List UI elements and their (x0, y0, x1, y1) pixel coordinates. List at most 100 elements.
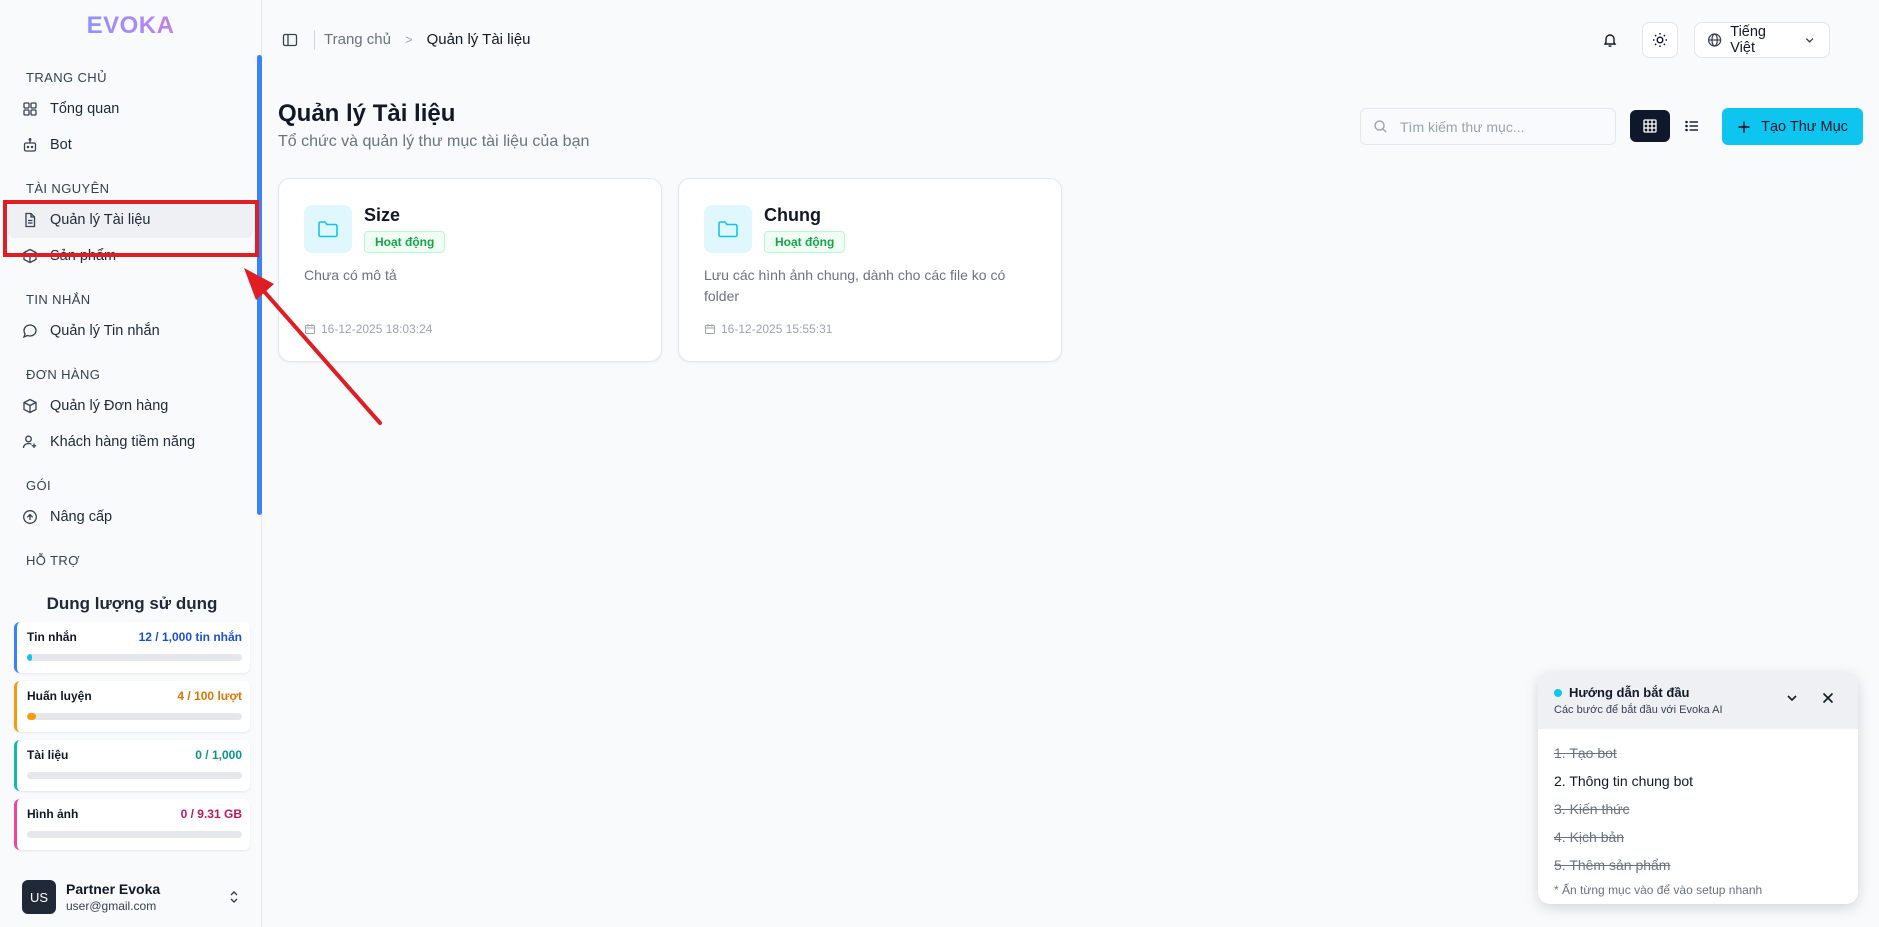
usage-label: Tin nhắn (27, 630, 77, 644)
sidebar-nav: TRANG CHỦ Tổng quan Bot TÀI NGUYÊN Quản … (8, 62, 253, 592)
usage-label: Tài liệu (27, 748, 69, 762)
usage-progress-bar (27, 654, 242, 661)
guide-subtitle: Các bước để bắt đầu với Evoka AI (1554, 704, 1723, 716)
theme-toggle-button[interactable] (1642, 22, 1678, 58)
guide-steps: 1. Tạo bot 2. Thông tin chung bot 3. Kiế… (1538, 729, 1858, 879)
usage-progress-bar (27, 713, 242, 720)
section-ho-tro: HỖ TRỢ (26, 553, 80, 568)
guide-step[interactable]: 4. Kịch bản (1554, 823, 1842, 851)
guide-step[interactable]: 5. Thêm sản phẩm (1554, 851, 1842, 879)
search-icon (1374, 120, 1387, 133)
sidebar-item-nang-cap[interactable]: Nâng cấp (8, 499, 253, 535)
sun-icon (1653, 33, 1667, 47)
user-plus-icon (22, 434, 38, 450)
sidebar: EVOKA TRANG CHỦ Tổng quan Bot TÀI NGUYÊN… (0, 0, 262, 927)
usage-value: 4 / 100 lượt (177, 689, 242, 703)
user-menu[interactable]: US Partner Evoka user@gmail.com (8, 872, 256, 922)
dashboard-icon (22, 101, 38, 117)
folder-description: Lưu các hình ảnh chung, dành cho các fil… (704, 267, 1006, 304)
language-select[interactable]: Tiếng Việt (1694, 22, 1830, 58)
language-label: Tiếng Việt (1730, 24, 1766, 56)
search-input[interactable] (1400, 118, 1600, 135)
usage-card-messages: Tin nhắn 12 / 1,000 tin nhắn (14, 622, 250, 673)
user-name: Partner Evoka (66, 881, 161, 897)
usage-progress-fill (27, 654, 33, 661)
breadcrumb-current: Quản lý Tài liệu (426, 31, 531, 48)
sidebar-item-label: Quản lý Tin nhắn (50, 323, 160, 339)
create-folder-button[interactable]: Tạo Thư Mục (1722, 108, 1863, 145)
folder-card[interactable]: Chung Hoạt động Lưu các hình ảnh chung, … (678, 178, 1062, 362)
sidebar-item-label: Quản lý Đơn hàng (50, 398, 169, 414)
usage-value: 0 / 1,000 (195, 748, 242, 762)
sidebar-item-khach-hang-tiem-nang[interactable]: Khách hàng tiềm năng (8, 424, 253, 460)
bell-icon (1603, 34, 1617, 47)
sidebar-item-bot[interactable]: Bot (8, 127, 253, 163)
guide-title: Hướng dẫn bắt đầu (1569, 685, 1690, 700)
folder-icon-box (704, 205, 752, 253)
folder-icon (718, 221, 738, 238)
chevrons-up-down-icon (230, 891, 238, 903)
list-icon (1685, 120, 1698, 132)
page-title: Quản lý Tài liệu (278, 100, 456, 127)
section-don-hang: ĐƠN HÀNG (26, 367, 101, 382)
sidebar-item-label: Nâng cấp (50, 509, 113, 525)
usage-value: 12 / 1,000 tin nhắn (138, 630, 242, 644)
guide-step[interactable]: 1. Tạo bot (1554, 739, 1842, 767)
grid-icon (1643, 119, 1657, 133)
close-icon[interactable] (1820, 690, 1836, 706)
sidebar-item-label: Bot (50, 137, 72, 153)
chevron-down-icon[interactable] (1784, 690, 1800, 706)
folder-date-text: 16-12-2025 15:55:31 (721, 322, 833, 336)
status-badge: Hoạt động (764, 231, 846, 253)
create-folder-label: Tạo Thư Mục (1761, 118, 1848, 135)
upgrade-icon (22, 509, 38, 525)
breadcrumb-home[interactable]: Trang chủ (324, 31, 391, 48)
annotation-arrow (244, 268, 382, 425)
folder-icon-box (304, 205, 352, 253)
plus-icon (1738, 121, 1750, 132)
usage-card-training: Huấn luyện 4 / 100 lượt (14, 681, 250, 732)
chevron-down-icon (1805, 38, 1814, 43)
guide-step[interactable]: 2. Thông tin chung bot (1554, 767, 1842, 795)
guide-header: Hướng dẫn bắt đầu Các bước để bắt đầu vớ… (1538, 672, 1858, 729)
usage-progress-fill (27, 713, 36, 720)
usage-progress-bar (27, 772, 242, 779)
sidebar-item-quan-ly-tin-nhan[interactable]: Quản lý Tin nhắn (8, 313, 253, 349)
section-trang-chu: TRANG CHỦ (26, 70, 107, 85)
section-tai-nguyen: TÀI NGUYÊN (26, 181, 110, 196)
list-view-button[interactable] (1672, 110, 1712, 142)
notification-button[interactable] (1592, 22, 1628, 58)
sidebar-item-tong-quan[interactable]: Tổng quan (8, 91, 253, 127)
section-goi: GÓI (26, 478, 52, 493)
bot-icon (22, 137, 38, 153)
annotation-highlight-box (3, 200, 259, 257)
sidebar-item-quan-ly-don-hang[interactable]: Quản lý Đơn hàng (8, 388, 253, 424)
usage-label: Huấn luyện (27, 689, 92, 703)
package-icon (22, 398, 38, 414)
sidebar-toggle-icon[interactable] (282, 32, 298, 48)
folder-icon (318, 221, 338, 238)
globe-icon (1708, 33, 1722, 47)
getting-started-widget: Hướng dẫn bắt đầu Các bước để bắt đầu vớ… (1538, 672, 1858, 904)
calendar-icon (705, 324, 715, 334)
message-icon (22, 323, 38, 339)
usage-progress-bar (27, 831, 242, 838)
usage-label: Hình ảnh (27, 807, 79, 821)
status-dot (1554, 688, 1562, 697)
avatar: US (22, 880, 56, 914)
guide-step[interactable]: 3. Kiến thức (1554, 795, 1842, 823)
topbar-divider (314, 30, 315, 50)
grid-view-button[interactable] (1630, 110, 1670, 142)
folder-search[interactable] (1360, 108, 1616, 145)
sidebar-item-label: Tổng quan (50, 101, 120, 117)
status-badge: Hoạt động (364, 231, 446, 253)
section-tin-nhan: TIN NHẮN (26, 292, 91, 307)
topbar: Trang chủ > Quản lý Tài liệu Tiếng Việt (262, 0, 1879, 80)
folder-date: 16-12-2025 15:55:31 (704, 322, 832, 336)
sidebar-item-label: Khách hàng tiềm năng (50, 434, 196, 450)
usage-card-images: Hình ảnh 0 / 9.31 GB (14, 799, 250, 850)
page-subtitle: Tổ chức và quản lý thư mục tài liệu của … (278, 133, 590, 150)
usage-card-documents: Tài liệu 0 / 1,000 (14, 740, 250, 791)
breadcrumb-separator: > (404, 32, 413, 47)
app-logo[interactable]: EVOKA (0, 0, 261, 52)
